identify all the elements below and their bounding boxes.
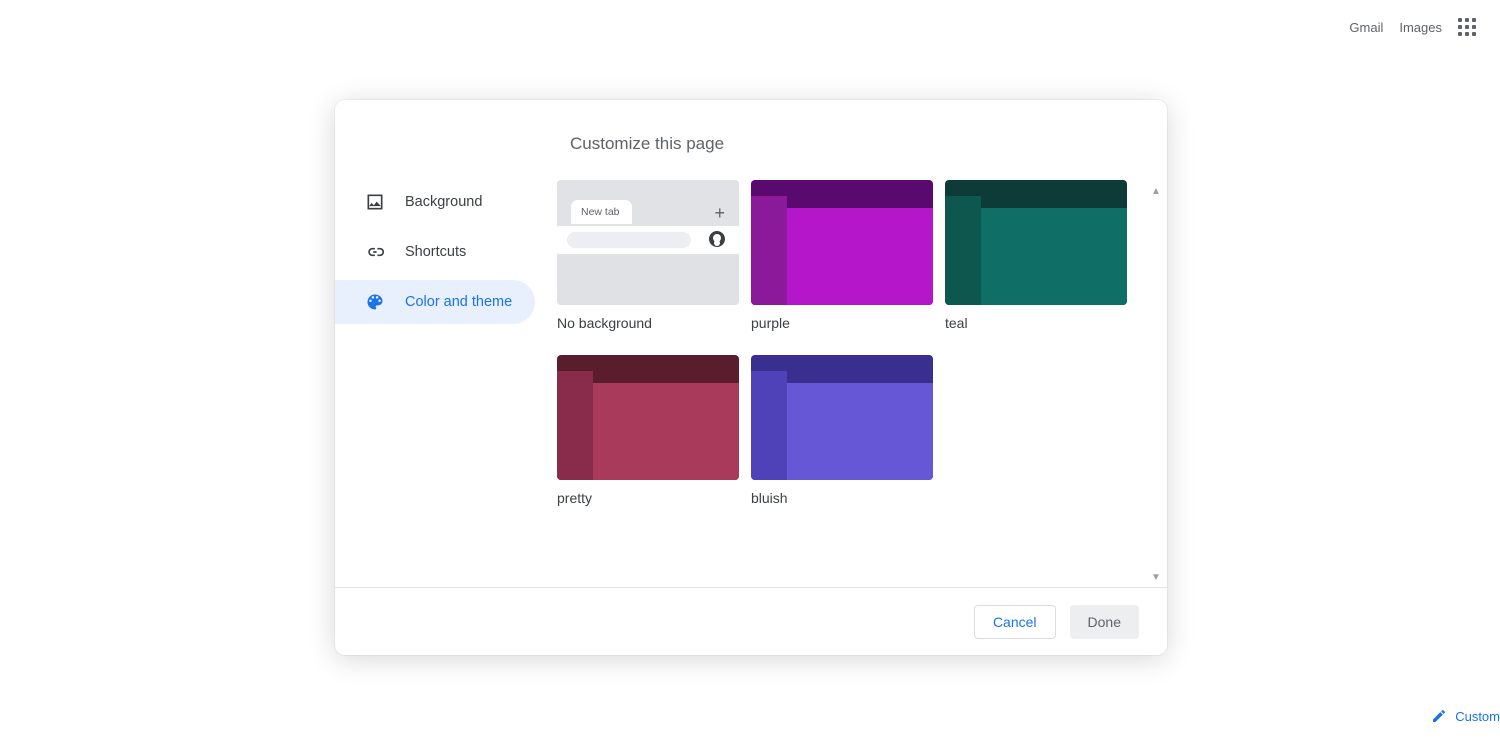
avatar-icon [709, 231, 725, 247]
cancel-button[interactable]: Cancel [974, 605, 1056, 639]
dialog-title: Customize this page [545, 100, 1167, 180]
palette-icon [365, 292, 385, 312]
theme-purple[interactable]: purple [751, 180, 933, 331]
theme-grid-scroll[interactable]: New tab + No background [545, 180, 1167, 587]
customize-button[interactable]: Custom [1421, 702, 1500, 730]
dialog-footer: Cancel Done [335, 587, 1167, 655]
customize-label: Custom [1455, 709, 1500, 724]
theme-label: purple [751, 315, 933, 331]
plus-icon: + [714, 204, 725, 222]
theme-thumbnail [751, 180, 933, 305]
theme-thumbnail [751, 355, 933, 480]
sidebar-item-background[interactable]: Background [335, 180, 535, 224]
sidebar-item-label: Color and theme [405, 294, 512, 310]
done-button[interactable]: Done [1070, 605, 1139, 639]
browser-tab-mock: New tab [571, 200, 632, 224]
dialog-sidebar: Background Shortcuts Color and theme [335, 100, 545, 587]
header-links: Gmail Images [1349, 18, 1476, 36]
link-icon [365, 242, 385, 262]
theme-thumbnail [557, 355, 739, 480]
theme-no-background[interactable]: New tab + No background [557, 180, 739, 331]
theme-label: bluish [751, 490, 933, 506]
sidebar-item-color-theme[interactable]: Color and theme [335, 280, 535, 324]
theme-pretty[interactable]: pretty [557, 355, 739, 506]
background-icon [365, 192, 385, 212]
theme-label: No background [557, 315, 739, 331]
sidebar-item-shortcuts[interactable]: Shortcuts [335, 230, 535, 274]
theme-bluish[interactable]: bluish [751, 355, 933, 506]
pencil-icon [1431, 708, 1447, 724]
theme-label: pretty [557, 490, 739, 506]
theme-thumbnail: New tab + [557, 180, 739, 305]
customize-dialog: Background Shortcuts Color and theme Cus… [335, 100, 1167, 655]
gmail-link[interactable]: Gmail [1349, 20, 1383, 35]
sidebar-item-label: Shortcuts [405, 244, 466, 260]
images-link[interactable]: Images [1399, 20, 1442, 35]
theme-label: teal [945, 315, 1127, 331]
theme-thumbnail [945, 180, 1127, 305]
sidebar-item-label: Background [405, 194, 482, 210]
theme-teal[interactable]: teal [945, 180, 1127, 331]
apps-grid-icon[interactable] [1458, 18, 1476, 36]
